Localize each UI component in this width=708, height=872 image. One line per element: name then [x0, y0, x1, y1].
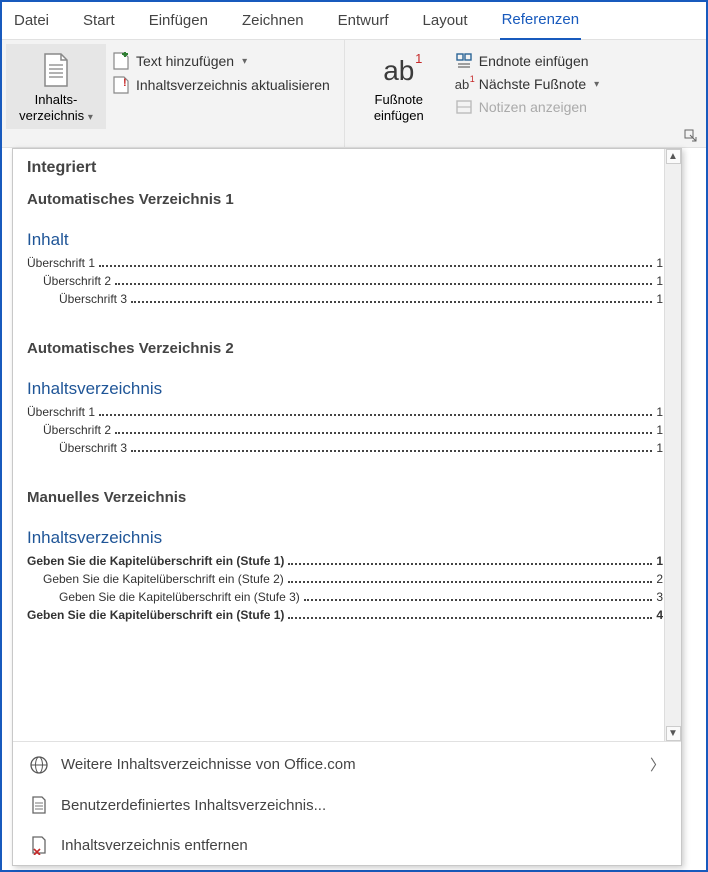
chevron-down-icon: ▾ [242, 56, 247, 67]
gallery-scrollbar[interactable]: ▲ ▼ [664, 149, 681, 741]
gallery-item-title: Manuelles Verzeichnis [27, 489, 663, 506]
gallery-item-manual[interactable]: Manuelles Verzeichnis Inhaltsverzeichnis… [27, 489, 663, 622]
document-icon [29, 795, 49, 815]
tab-referenzen[interactable]: Referenzen [500, 7, 582, 41]
scroll-down-button[interactable]: ▼ [666, 726, 681, 741]
ribbon-group-toc: Inhalts- verzeichnis ▾ Text hinzufügen ▾ [2, 40, 345, 147]
gallery-scroll-area: Integriert Automatisches Verzeichnis 1 I… [13, 149, 681, 741]
ribbon-group-footnotes: ab1 Fußnote einfügen Endnote einfügen ab… [345, 40, 613, 147]
add-text-icon [112, 52, 130, 70]
custom-toc-button[interactable]: Benutzerdefiniertes Inhaltsverzeichnis..… [13, 785, 681, 825]
endnote-icon [455, 52, 473, 70]
gallery-footer: Weitere Inhaltsverzeichnisse von Office.… [13, 741, 681, 865]
chevron-down-icon: ▾ [88, 112, 93, 123]
gallery-toc-heading: Inhaltsverzeichnis [27, 379, 663, 399]
refresh-document-icon: ! [112, 76, 130, 94]
inhaltsverzeichnis-label-2: verzeichnis [19, 108, 84, 123]
scroll-up-button[interactable]: ▲ [666, 149, 681, 164]
tab-einfuegen[interactable]: Einfügen [147, 8, 210, 39]
toc-gallery-dropdown: Integriert Automatisches Verzeichnis 1 I… [12, 148, 682, 866]
tab-layout[interactable]: Layout [421, 8, 470, 39]
remove-toc-button[interactable]: Inhaltsverzeichnis entfernen [13, 825, 681, 865]
chevron-down-icon: ▾ [594, 79, 599, 90]
gallery-toc-heading: Inhalt [27, 230, 663, 250]
fussnote-label-2: einfügen [353, 108, 445, 124]
fussnote-einfuegen-button[interactable]: ab1 Fußnote einfügen [349, 44, 449, 129]
gallery-item-title: Automatisches Verzeichnis 1 [27, 191, 663, 208]
document-remove-icon [29, 835, 49, 855]
fussnote-label-1: Fußnote [353, 92, 445, 108]
chevron-right-icon: 〉 [650, 754, 665, 775]
ribbon: Inhalts- verzeichnis ▾ Text hinzufügen ▾ [2, 40, 706, 148]
dialog-launcher-icon[interactable] [684, 129, 698, 143]
naechste-fussnote-button[interactable]: ab1 Nächste Fußnote ▾ [455, 76, 599, 92]
next-footnote-icon: ab1 [455, 77, 473, 92]
gallery-section-header: Integriert [27, 159, 663, 177]
tab-zeichnen[interactable]: Zeichnen [240, 8, 306, 39]
more-from-office-button[interactable]: Weitere Inhaltsverzeichnisse von Office.… [13, 744, 681, 785]
tab-datei[interactable]: Datei [12, 8, 51, 39]
globe-icon [29, 755, 49, 775]
footnote-commands: Endnote einfügen ab1 Nächste Fußnote ▾ N… [449, 44, 605, 116]
tab-start[interactable]: Start [81, 8, 117, 39]
svg-text:!: ! [123, 77, 127, 89]
tab-entwurf[interactable]: Entwurf [336, 8, 391, 39]
inhaltsverzeichnis-button[interactable]: Inhalts- verzeichnis ▾ [6, 44, 106, 129]
document-icon [41, 53, 71, 87]
gallery-item-auto-2[interactable]: Automatisches Verzeichnis 2 Inhaltsverze… [27, 340, 663, 455]
gallery-item-title: Automatisches Verzeichnis 2 [27, 340, 663, 357]
notes-icon [455, 98, 473, 116]
text-hinzufuegen-button[interactable]: Text hinzufügen ▾ [112, 52, 330, 70]
notizen-anzeigen-button[interactable]: Notizen anzeigen [455, 98, 599, 116]
gallery-toc-heading: Inhaltsverzeichnis [27, 528, 663, 548]
toc-commands: Text hinzufügen ▾ ! Inhaltsverzeichnis a… [106, 44, 336, 94]
tab-bar: Datei Start Einfügen Zeichnen Entwurf La… [2, 2, 706, 40]
inhaltsverzeichnis-label-1: Inhalts- [10, 92, 102, 108]
gallery-item-auto-1[interactable]: Automatisches Verzeichnis 1 Inhalt Übers… [27, 191, 663, 306]
inhaltsverzeichnis-aktualisieren-button[interactable]: ! Inhaltsverzeichnis aktualisieren [112, 76, 330, 94]
endnote-einfuegen-button[interactable]: Endnote einfügen [455, 52, 599, 70]
ab-footnote-icon: ab1 [383, 53, 414, 88]
